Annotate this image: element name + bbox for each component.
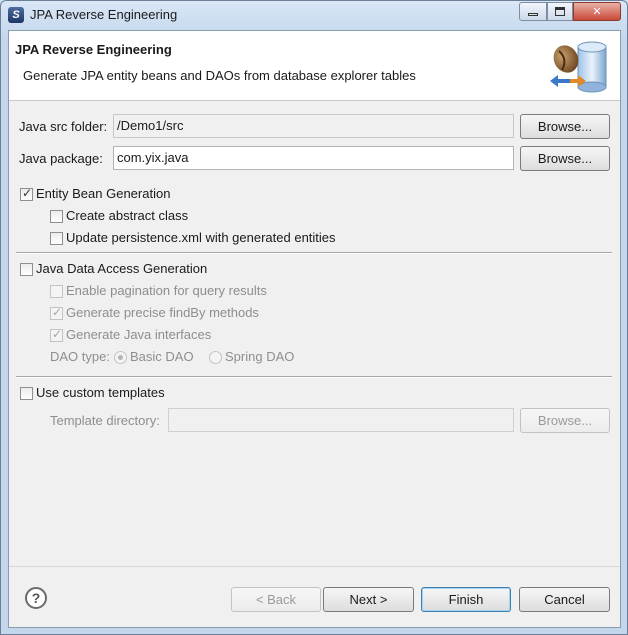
- custom-templates-label: Use custom templates: [36, 385, 165, 400]
- interfaces-label: Generate Java interfaces: [66, 327, 212, 342]
- app-icon: S: [8, 7, 24, 23]
- src-folder-browse-button[interactable]: Browse...: [520, 114, 610, 139]
- separator: [16, 252, 612, 254]
- template-directory-field[interactable]: [168, 408, 514, 432]
- src-folder-field[interactable]: /Demo1/src: [113, 114, 514, 138]
- footer-separator: [9, 566, 620, 567]
- findby-label: Generate precise findBy methods: [66, 305, 259, 320]
- back-button[interactable]: < Back: [231, 587, 321, 612]
- window-title: JPA Reverse Engineering: [30, 7, 178, 22]
- cancel-button[interactable]: Cancel: [519, 587, 610, 612]
- wizard-window: S JPA Reverse Engineering ✕ JPA Reverse …: [0, 0, 628, 635]
- entity-generation-label: Entity Bean Generation: [36, 186, 171, 201]
- basic-dao-radio[interactable]: [114, 351, 127, 364]
- pagination-checkbox[interactable]: [50, 285, 63, 298]
- database-bean-icon: [550, 41, 607, 93]
- banner-title: JPA Reverse Engineering: [15, 42, 172, 57]
- basic-dao-label: Basic DAO: [130, 349, 194, 364]
- template-directory-label: Template directory:: [50, 413, 160, 428]
- minimize-button[interactable]: [519, 2, 547, 21]
- close-button[interactable]: ✕: [573, 2, 621, 21]
- banner-description: Generate JPA entity beans and DAOs from …: [23, 68, 416, 83]
- dao-generation-checkbox[interactable]: [20, 263, 33, 276]
- src-folder-label: Java src folder:: [19, 119, 108, 134]
- separator: [16, 376, 612, 378]
- spring-dao-radio[interactable]: [209, 351, 222, 364]
- pagination-label: Enable pagination for query results: [66, 283, 267, 298]
- entity-generation-checkbox[interactable]: [20, 186, 33, 201]
- maximize-icon: [555, 7, 565, 16]
- package-browse-button[interactable]: Browse...: [520, 146, 610, 171]
- template-browse-button[interactable]: Browse...: [520, 408, 610, 433]
- title-bar[interactable]: S JPA Reverse Engineering ✕: [1, 1, 627, 29]
- package-field[interactable]: com.yix.java: [113, 146, 514, 170]
- interfaces-checkbox[interactable]: [50, 327, 63, 342]
- dao-generation-label: Java Data Access Generation: [36, 261, 208, 276]
- finish-button[interactable]: Finish: [421, 587, 511, 612]
- update-persistence-label: Update persistence.xml with generated en…: [66, 230, 336, 245]
- dialog-body: JPA Reverse Engineering Generate JPA ent…: [8, 30, 621, 628]
- help-icon[interactable]: ?: [25, 587, 47, 609]
- dao-type-label: DAO type:: [50, 349, 110, 364]
- close-icon: ✕: [592, 6, 602, 18]
- spring-dao-label: Spring DAO: [225, 349, 295, 364]
- abstract-class-checkbox[interactable]: [50, 210, 63, 223]
- next-button[interactable]: Next >: [323, 587, 414, 612]
- wizard-banner: JPA Reverse Engineering Generate JPA ent…: [9, 31, 620, 101]
- maximize-button[interactable]: [547, 2, 573, 21]
- minimize-icon: [528, 13, 538, 16]
- update-persistence-checkbox[interactable]: [50, 232, 63, 245]
- findby-checkbox[interactable]: [50, 305, 63, 320]
- package-label: Java package:: [19, 151, 103, 166]
- abstract-class-label: Create abstract class: [66, 208, 189, 223]
- custom-templates-checkbox[interactable]: [20, 387, 33, 400]
